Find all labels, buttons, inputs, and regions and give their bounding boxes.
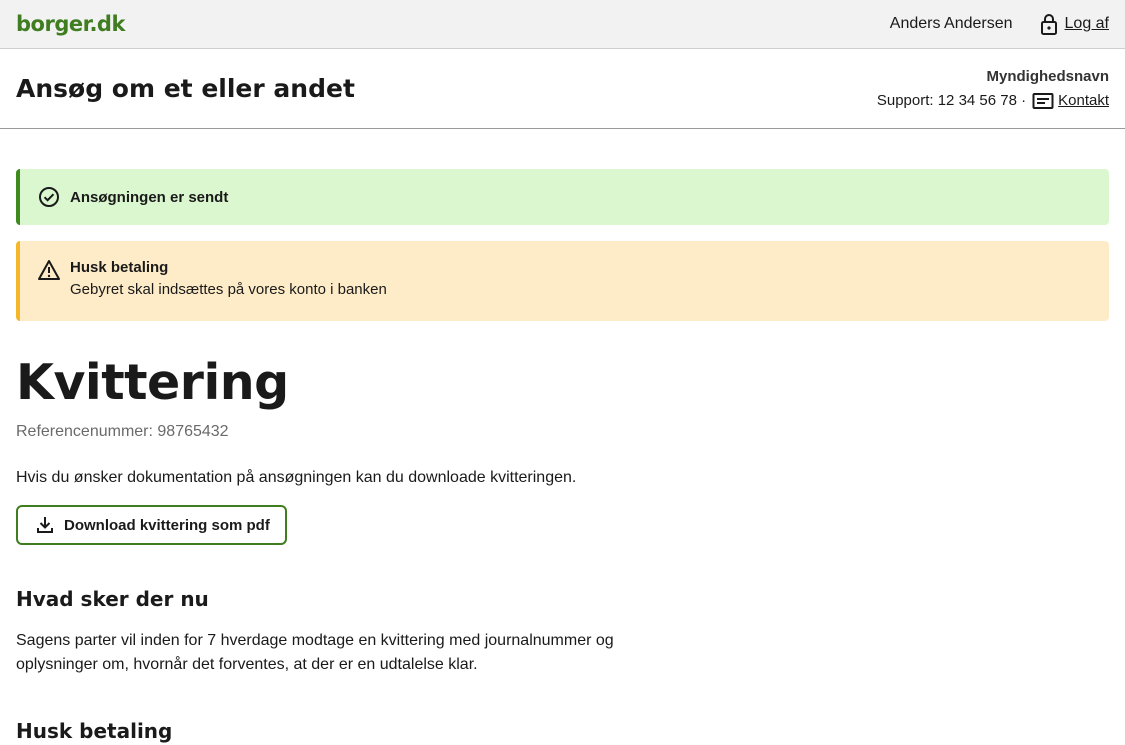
next-steps-heading: Hvad sker der nu: [16, 587, 209, 611]
logout-link[interactable]: Log af: [1039, 13, 1109, 35]
user-name: Anders Andersen: [889, 15, 1013, 32]
receipt-title: Kvittering: [16, 354, 289, 411]
download-receipt-label: Download kvittering som pdf: [64, 516, 270, 534]
payment-heading: Husk betaling: [16, 719, 173, 743]
authority-name: Myndighedsnavn: [986, 67, 1109, 85]
support-phone: Support: 12 34 56 78 ·: [876, 91, 1027, 109]
check-circle-icon: [39, 187, 59, 207]
logout-label: Log af: [1064, 15, 1109, 32]
user-area: Anders Andersen Log af: [890, 13, 1109, 35]
main-content: Ansøgningen er sendt Husk betaling Gebyr…: [0, 129, 1125, 743]
warning-alert-body: Husk betaling Gebyret skal indsættes på …: [70, 259, 387, 300]
next-steps-text: Sagens parter vil inden for 7 hverdage m…: [16, 632, 614, 673]
warning-alert-title: Husk betaling: [70, 259, 169, 276]
lock-icon: [1040, 14, 1057, 35]
download-receipt-button[interactable]: Download kvittering som pdf: [16, 505, 287, 545]
brand-logo[interactable]: borger.dk: [16, 12, 125, 36]
download-icon: [37, 517, 53, 533]
page-header: Ansøg om et eller andet Myndighedsnavn S…: [0, 49, 1125, 129]
reference-number: Referencenummer: 98765432: [16, 423, 229, 440]
documentation-text: Hvis du ønsker dokumentation på ansøgnin…: [16, 469, 577, 486]
contact-card-icon: [1032, 92, 1054, 109]
success-alert-title: Ansøgningen er sendt: [70, 188, 229, 206]
page-title: Ansøg om et eller andet: [16, 74, 355, 103]
warning-alert-text: Gebyret skal indsættes på vores konto i …: [70, 281, 387, 298]
authority-info: Myndighedsnavn Support: 12 34 56 78 · Ko…: [877, 65, 1109, 113]
success-alert: Ansøgningen er sendt: [16, 169, 1109, 225]
warning-triangle-icon: [38, 260, 60, 280]
support-line: Support: 12 34 56 78 · Kontakt: [877, 89, 1109, 113]
top-bar: borger.dk Anders Andersen Log af: [0, 0, 1125, 49]
warning-alert: Husk betaling Gebyret skal indsættes på …: [16, 241, 1109, 321]
contact-link[interactable]: Kontakt: [1058, 89, 1109, 113]
